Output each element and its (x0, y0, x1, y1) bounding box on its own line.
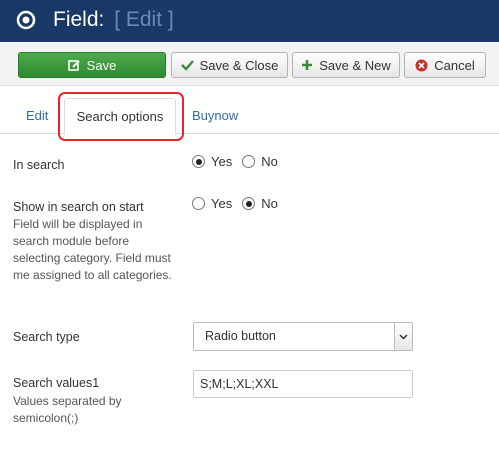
show-on-start-no-label[interactable]: No (261, 196, 278, 211)
check-icon (180, 60, 194, 71)
search-values-label: Search values1 (13, 376, 100, 390)
in-search-yes-label[interactable]: Yes (211, 154, 232, 169)
chevron-down-icon (399, 333, 408, 340)
page-header: Field: [ Edit ] (0, 0, 499, 42)
tab-bar: Edit Search options Buynow (0, 98, 499, 135)
in-search-no-radio[interactable] (242, 155, 256, 168)
logo-ring-icon (16, 10, 36, 30)
in-search-label: In search (13, 158, 65, 172)
edit-icon (67, 59, 80, 71)
tab-search-options[interactable]: Search options (64, 98, 176, 135)
save-new-button-label: Save & New (319, 57, 391, 73)
page-title-text: Field: (53, 8, 105, 31)
save-new-button[interactable]: Save & New (292, 52, 400, 78)
show-on-start-radio-group: Yes No (192, 196, 282, 211)
tab-edit[interactable]: Edit (26, 98, 48, 134)
search-type-value: Radio button (205, 329, 276, 343)
save-close-button[interactable]: Save & Close (171, 52, 288, 78)
save-button-label: Save (86, 57, 117, 73)
page-title-mode: [ Edit ] (114, 8, 174, 31)
save-close-button-label: Save & Close (199, 57, 279, 73)
search-type-select[interactable]: Radio button (193, 322, 413, 351)
plus-icon (302, 60, 313, 70)
cancel-button[interactable]: Cancel (404, 52, 486, 78)
search-values-description: Values separated by semicolon(;) (13, 394, 122, 425)
in-search-yes-radio[interactable] (192, 155, 205, 168)
show-on-start-no-radio[interactable] (242, 197, 256, 210)
cancel-circle-icon (415, 59, 428, 71)
select-arrow-button[interactable] (394, 323, 412, 350)
cancel-button-label: Cancel (434, 57, 475, 73)
show-on-start-label: Show in search on start (13, 200, 144, 214)
page-title: Field: [ Edit ] (53, 6, 174, 34)
save-button[interactable]: Save (18, 52, 166, 78)
show-on-start-yes-label[interactable]: Yes (211, 196, 232, 211)
toolbar: Save Save & Close Save & New Cancel (0, 42, 499, 86)
tab-buynow[interactable]: Buynow (192, 98, 238, 134)
in-search-radio-group: Yes No (192, 154, 282, 169)
in-search-no-label[interactable]: No (261, 154, 278, 169)
show-on-start-description: Field will be displayed in search module… (13, 217, 172, 282)
search-values-input[interactable]: S;M;L;XL;XXL (193, 370, 413, 398)
show-on-start-yes-radio[interactable] (192, 197, 205, 210)
search-type-label: Search type (13, 330, 80, 344)
